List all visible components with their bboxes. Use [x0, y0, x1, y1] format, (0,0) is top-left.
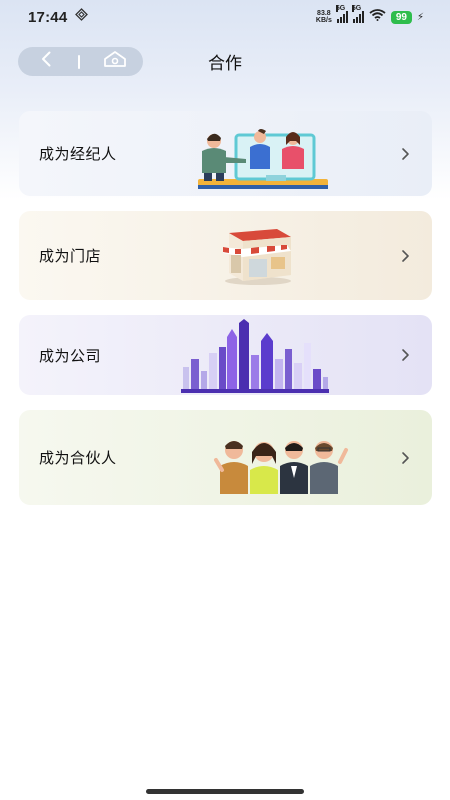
- card-label: 成为门店: [39, 248, 102, 265]
- home-button[interactable]: [101, 50, 129, 73]
- chevron-right-icon: [400, 348, 410, 362]
- card-become-partner[interactable]: 成为合伙人: [19, 410, 432, 505]
- city-skyline-illustration: [181, 319, 329, 393]
- card-label: 成为合伙人: [39, 450, 117, 467]
- nav-divider: [77, 54, 80, 69]
- chevron-right-icon: [400, 249, 410, 263]
- home-icon: [103, 50, 127, 73]
- card-label: 成为公司: [39, 347, 102, 365]
- status-left: 17:44: [28, 8, 89, 26]
- status-time: 17:44: [28, 8, 68, 26]
- partners-group-illustration: [214, 441, 348, 494]
- status-bar: 17:44 83.8 KB/s 5G 5G 99 ⚡: [0, 0, 450, 34]
- status-right: 83.8 KB/s 5G 5G 99 ⚡: [316, 5, 424, 26]
- battery-level: 99: [390, 10, 412, 24]
- card-become-agent[interactable]: 成为经纪人: [19, 111, 432, 196]
- network-speed: 83.8 KB/s: [316, 10, 332, 24]
- card-become-company[interactable]: 成为公司: [19, 315, 432, 395]
- chevron-right-icon: [400, 451, 410, 465]
- network-speed-unit: KB/s: [315, 17, 332, 24]
- navigation-capsule: [18, 47, 143, 76]
- signal-type-label-2: 5G: [351, 5, 362, 12]
- back-button[interactable]: [36, 51, 56, 72]
- charging-icon: ⚡: [416, 11, 424, 23]
- screen-cast-icon: [75, 8, 89, 26]
- card-label: 成为经纪人: [39, 146, 117, 163]
- chevron-left-icon: [41, 51, 51, 72]
- card-become-store[interactable]: 成为门店: [19, 211, 432, 300]
- wifi-icon: [369, 8, 386, 26]
- chevron-right-icon: [400, 147, 410, 161]
- cell-signal-icon: 5G: [335, 5, 348, 23]
- agents-handshake-illustration: [198, 129, 328, 189]
- signal-type-label: 5G: [335, 5, 346, 12]
- network-speed-value: 83.8: [317, 10, 331, 17]
- home-indicator[interactable]: [146, 789, 304, 794]
- cell-signal-icon-2: 5G: [351, 5, 364, 23]
- storefront-illustration: [223, 229, 291, 285]
